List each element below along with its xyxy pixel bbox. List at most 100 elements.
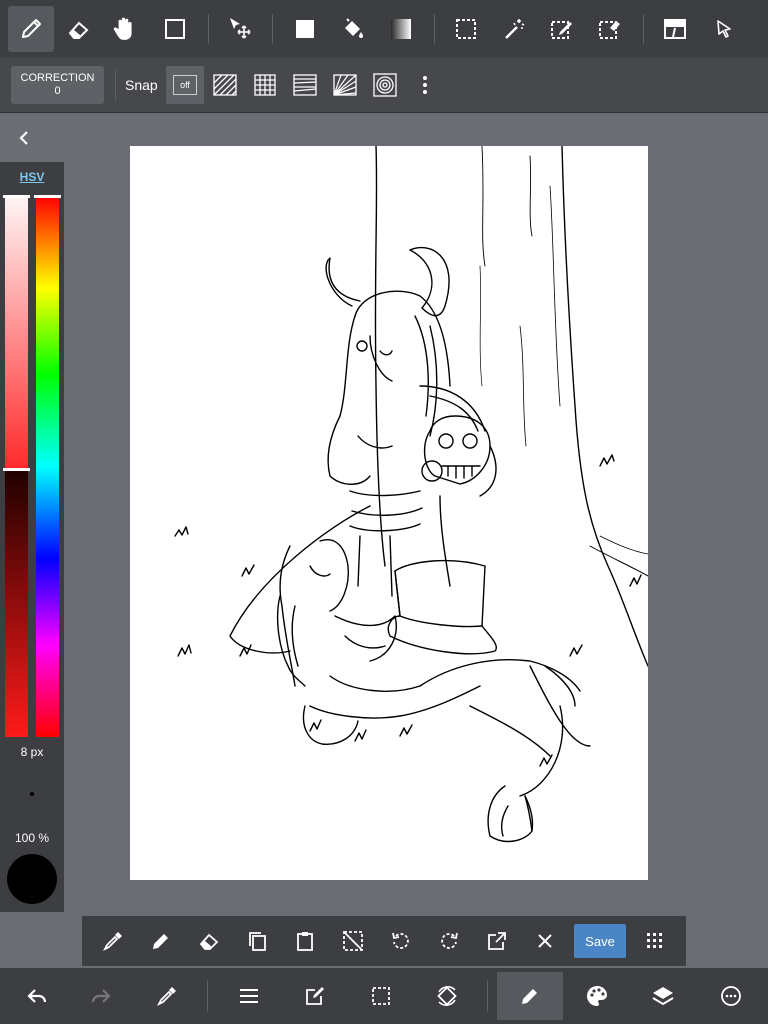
select-eraser-icon [599,21,620,39]
eraser-icon [68,21,89,39]
more-menu-button[interactable] [698,972,764,1020]
snap-radial-button[interactable] [326,66,364,104]
rectangle-outline-icon [165,19,185,39]
correction-button[interactable]: CORRECTION 0 [11,66,104,104]
layers-icon [652,987,674,1006]
more-vert-icon [423,76,427,94]
menu-button[interactable] [216,972,282,1020]
brush-panel-button[interactable] [497,972,563,1020]
close-icon [538,934,552,948]
toolbar-divider [272,14,273,44]
opacity-label[interactable]: 100 % [0,831,64,845]
brush-size-label[interactable]: 8 px [0,745,64,759]
rotate-left-button[interactable] [386,926,416,956]
undo-icon [27,989,47,1003]
undo-button[interactable] [4,972,70,1020]
rotate-right-button[interactable] [434,926,464,956]
snap-grid-button[interactable] [246,66,284,104]
snap-radial-icon [333,74,357,96]
eraser-action-button[interactable] [194,926,224,956]
color-palette-button[interactable] [564,972,630,1020]
rotate-right-icon [441,932,458,949]
transform-button[interactable] [482,926,512,956]
paste-button[interactable] [290,926,320,956]
redo-icon [91,989,111,1003]
hand-tool-button[interactable] [101,6,147,52]
copy-icon [249,932,266,951]
copy-button[interactable] [242,926,272,956]
rotate-canvas-icon [437,986,457,1006]
saturation-marker[interactable] [3,195,30,198]
frame-divider-icon [664,19,686,39]
toolbar-divider [434,14,435,44]
toolbar-divider [208,14,209,44]
selection-button[interactable] [348,972,414,1020]
shape-tool-button[interactable] [152,6,198,52]
grid-menu-button[interactable] [640,926,670,956]
bottom-toolbar [0,968,768,1024]
gradient-tool-button[interactable] [378,6,424,52]
value-marker[interactable] [3,468,30,471]
layers-button[interactable] [630,972,696,1020]
clipboard-icon [297,932,313,951]
frame-divider-button[interactable] [652,6,698,52]
deselect-icon [343,931,363,951]
select-pen-button[interactable] [539,6,585,52]
cursor-arrow-icon [717,20,731,38]
pen-icon [22,19,41,38]
grid-dots-icon [647,933,662,948]
color-mode-toggle[interactable]: HSV [0,170,64,184]
palette-icon [587,986,607,1006]
eyedropper-icon [156,987,176,1007]
collapse-panel-button[interactable] [12,126,36,150]
eraser-tool-button[interactable] [56,6,102,52]
fill-rectangle-button[interactable] [282,6,328,52]
cursor-tool-button[interactable] [701,6,747,52]
snap-parallel-button[interactable] [206,66,244,104]
edit-box-icon [306,987,324,1005]
snap-label: Snap [125,77,158,93]
value-slider[interactable] [5,196,28,737]
eyedropper-button[interactable] [98,926,128,956]
snap-off-text: off [180,80,190,90]
toolbar-divider [643,14,644,44]
rotate-canvas-button[interactable] [414,972,480,1020]
snap-circle-button[interactable] [366,66,404,104]
save-button[interactable]: Save [574,924,626,958]
correction-label: CORRECTION [20,72,95,84]
eraser-icon [199,933,219,950]
chevron-left-icon [19,131,28,145]
lineart-drawing [174,146,648,843]
eyedropper-quick-button[interactable] [134,972,200,1020]
snap-perspective-button[interactable] [286,66,324,104]
magic-wand-button[interactable] [491,6,537,52]
current-color-swatch[interactable] [7,854,57,904]
redo-button[interactable] [68,972,134,1020]
bucket-tool-button[interactable] [330,6,376,52]
move-tool-button[interactable] [217,6,263,52]
dashed-select-icon [456,19,476,39]
hue-marker[interactable] [34,195,61,198]
filled-square-icon [296,20,314,38]
brush-size-preview [30,792,34,796]
snap-parallel-icon [213,74,237,96]
hue-slider[interactable] [36,196,59,737]
drawing-canvas[interactable] [130,146,648,880]
toolbar-divider [115,70,116,100]
pen-tool-button[interactable] [8,6,54,52]
deselect-button[interactable] [338,926,368,956]
action-toolbar: Save [82,916,686,966]
more-options-button[interactable] [406,66,444,104]
snap-off-button[interactable]: off [166,66,204,104]
move-selection-icon [230,18,251,39]
eyedropper-icon [102,932,122,952]
select-eraser-button[interactable] [587,6,633,52]
edit-button[interactable] [282,972,348,1020]
close-selection-button[interactable] [530,926,560,956]
pencil-icon [522,989,537,1004]
pen-action-button[interactable] [146,926,176,956]
snap-grid-icon [254,74,276,96]
select-tool-button[interactable] [443,6,489,52]
paint-bucket-icon [345,18,363,38]
hand-icon [113,17,132,40]
